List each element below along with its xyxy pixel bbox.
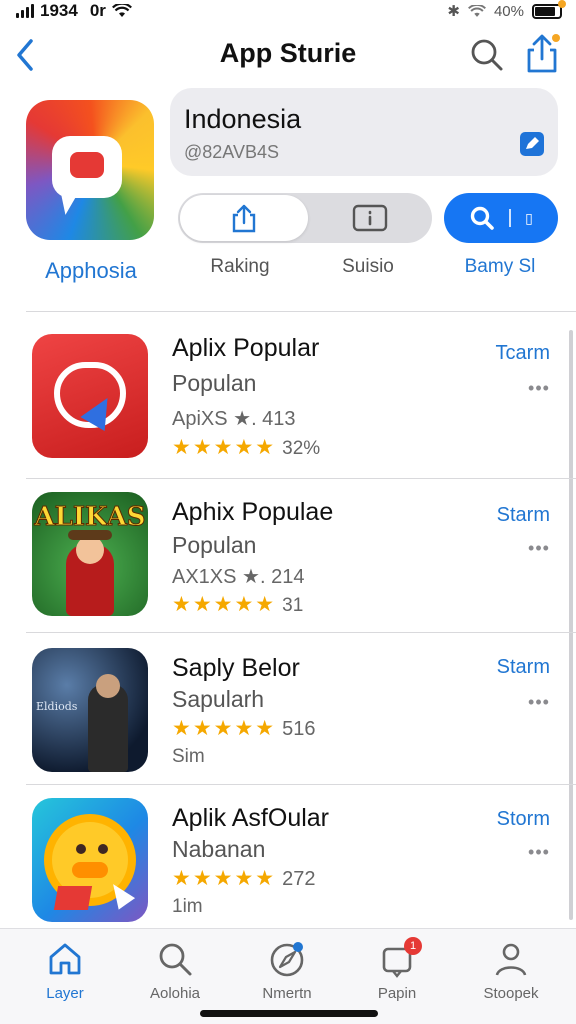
primary-button-label[interactable]: Bamy Sl <box>440 256 560 278</box>
rating-row: ★★★★★ 516 <box>172 716 316 741</box>
app-icon[interactable] <box>26 100 154 240</box>
search-button[interactable] <box>470 38 504 72</box>
tab-label: Stoopek <box>483 985 539 1002</box>
battery-percent: 40% <box>493 2 524 20</box>
app-subtitle: Sapularh <box>172 686 265 712</box>
tab-notifications[interactable]: 1 Papin <box>342 937 452 1009</box>
more-icon[interactable]: ••• <box>524 538 554 559</box>
rating-count: 516 <box>282 718 316 740</box>
info-card[interactable]: Indonesia @82AVB4S <box>170 88 558 176</box>
battery-icon <box>532 0 566 19</box>
app-icon[interactable] <box>32 798 148 922</box>
tab-label: Layer <box>46 985 84 1002</box>
star-rating: ★★★★★ <box>172 867 277 890</box>
search-icon <box>159 943 192 976</box>
signal-icon <box>16 4 34 18</box>
divider <box>26 632 576 633</box>
get-button[interactable]: Starm <box>470 504 550 527</box>
divider <box>26 784 576 785</box>
app-subtitle: Populan <box>172 370 257 396</box>
rating-count: 31 <box>282 595 304 616</box>
ranking-label: Raking <box>210 256 270 277</box>
rating-count: 32% <box>282 438 321 459</box>
get-button[interactable]: Storm <box>470 808 550 831</box>
nav-bar: App Sturie <box>0 30 576 80</box>
star-rating: ★★★★★ <box>172 593 277 616</box>
app-icon-text: Eldiods <box>36 700 78 713</box>
notification-badge: 1 <box>404 937 422 955</box>
status-bar: 1934 0r ✱ 40% <box>0 0 576 22</box>
info-card-title: Indonesia <box>184 104 302 134</box>
wifi-icon <box>467 4 486 17</box>
app-icon[interactable]: ALIKAS <box>32 492 148 616</box>
app-meta: AX1XS ★. 214 <box>172 566 305 588</box>
app-meta: Sim <box>172 746 205 767</box>
app-icon-text: ALIKAS <box>34 502 146 533</box>
app-title: Saply Belor <box>172 654 300 682</box>
tab-profile[interactable]: Stoopek <box>456 939 566 1009</box>
more-icon[interactable]: ••• <box>524 842 554 863</box>
rating-row: ★★★★★ 32% <box>172 435 320 460</box>
wifi-icon <box>111 4 132 17</box>
tab-label: Nmertn <box>262 985 312 1002</box>
subscribe-label: Suisio <box>342 256 394 277</box>
tab-home[interactable]: Layer <box>10 939 120 1009</box>
segmented-control <box>178 193 432 243</box>
app-title: Aplik AsfOular <box>172 804 330 832</box>
person-icon <box>495 943 527 976</box>
app-icon[interactable] <box>32 334 148 458</box>
app-meta: 1im <box>172 896 203 917</box>
tab-compass[interactable]: Nmertn <box>232 939 342 1009</box>
bluetooth-icon: ✱ <box>447 3 460 20</box>
star-rating: ★★★★★ <box>172 717 277 740</box>
scrollbar[interactable] <box>569 330 573 920</box>
more-icon[interactable]: ••• <box>524 378 554 399</box>
tab-search[interactable]: Aolohia <box>120 939 230 1009</box>
compass-icon <box>270 942 304 977</box>
status-right: ✱ 40% <box>447 0 566 20</box>
info-card-subtitle: @82AVB4S <box>184 142 279 162</box>
search-icon <box>471 39 503 71</box>
home-indicator[interactable] <box>200 1010 378 1017</box>
app-title: Aplix Popular <box>172 334 320 362</box>
app-subtitle: Populan <box>172 532 257 558</box>
get-button[interactable]: Tcarm <box>470 342 550 365</box>
rating-count: 272 <box>282 868 316 890</box>
app-icon[interactable]: Eldiods <box>32 648 148 772</box>
app-name[interactable]: Apphosia <box>18 258 164 284</box>
get-button[interactable]: Starm <box>470 656 550 679</box>
star-rating: ★★★★★ <box>172 436 277 459</box>
edit-icon[interactable] <box>520 132 544 156</box>
status-time: 1934 <box>40 1 78 20</box>
rating-row: ★★★★★ 272 <box>172 866 316 891</box>
info-box-icon <box>352 204 388 232</box>
segment-subscribe[interactable] <box>310 195 430 241</box>
tab-label: Aolohia <box>149 985 201 1002</box>
upload-icon <box>232 204 256 233</box>
home-icon <box>49 943 81 975</box>
divider <box>26 478 576 479</box>
tab-label: Papin <box>377 985 417 1002</box>
status-left: 1934 0r <box>16 1 132 21</box>
app-meta: ApiXS ★. 413 <box>172 408 296 430</box>
primary-search-button[interactable]: ▯ <box>444 193 558 243</box>
share-icon <box>527 34 560 73</box>
rating-row: ★★★★★ 31 <box>172 592 303 617</box>
divider <box>26 311 576 312</box>
share-button[interactable] <box>524 34 560 74</box>
segment-ranking[interactable] <box>180 195 308 241</box>
more-icon[interactable]: ••• <box>524 692 554 713</box>
app-title: Aphix Populae <box>172 498 334 526</box>
app-subtitle: Nabanan <box>172 836 266 862</box>
search-icon <box>470 206 494 230</box>
status-carrier: 0r <box>89 1 106 20</box>
